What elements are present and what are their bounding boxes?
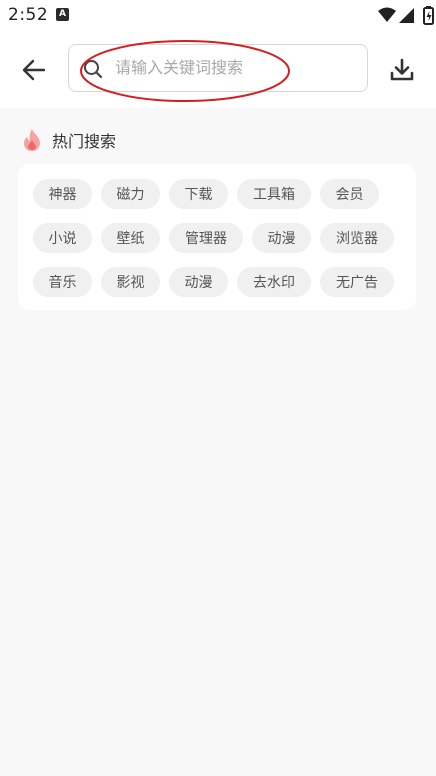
- hot-search-title: 热门搜索: [52, 132, 117, 151]
- search-input[interactable]: [115, 45, 355, 90]
- back-button[interactable]: [14, 52, 54, 88]
- hot-tag[interactable]: 下载: [169, 179, 228, 209]
- hot-tag[interactable]: 会员: [320, 179, 379, 209]
- hot-tag[interactable]: 动漫: [169, 267, 228, 297]
- download-icon: [390, 58, 414, 81]
- flame-icon: [24, 129, 40, 151]
- battery-icon: [423, 6, 434, 25]
- hot-tag[interactable]: 影视: [101, 267, 160, 297]
- hot-tag[interactable]: 浏览器: [320, 223, 394, 253]
- search-header: [0, 32, 436, 108]
- cell-signal-icon: [399, 8, 414, 23]
- hot-tag[interactable]: 工具箱: [237, 179, 311, 209]
- hot-tag[interactable]: 去水印: [237, 267, 311, 297]
- hot-tag[interactable]: 壁纸: [101, 223, 160, 253]
- status-time: 2:52: [8, 5, 49, 25]
- hot-tag[interactable]: 磁力: [101, 179, 160, 209]
- download-button[interactable]: [384, 52, 420, 88]
- wifi-icon: [378, 7, 396, 22]
- hot-tag[interactable]: 管理器: [169, 223, 243, 253]
- status-bar: 2:52 A: [0, 0, 436, 32]
- hot-search-card: 神器 磁力 下载 工具箱 会员 小说 壁纸 管理器 动漫 浏览器 音乐 影视 动…: [18, 164, 416, 310]
- search-icon: [84, 60, 103, 79]
- hot-search-header: 热门搜索: [22, 126, 116, 154]
- hot-tag[interactable]: 小说: [33, 223, 92, 253]
- hot-tag[interactable]: 无广告: [320, 267, 394, 297]
- arrow-left-icon: [22, 59, 46, 81]
- hot-tag[interactable]: 音乐: [33, 267, 92, 297]
- hot-tag[interactable]: 动漫: [252, 223, 311, 253]
- search-box[interactable]: [68, 44, 368, 92]
- hot-tag[interactable]: 神器: [33, 179, 92, 209]
- notification-a-icon: A: [56, 8, 69, 21]
- status-icons: [376, 6, 436, 26]
